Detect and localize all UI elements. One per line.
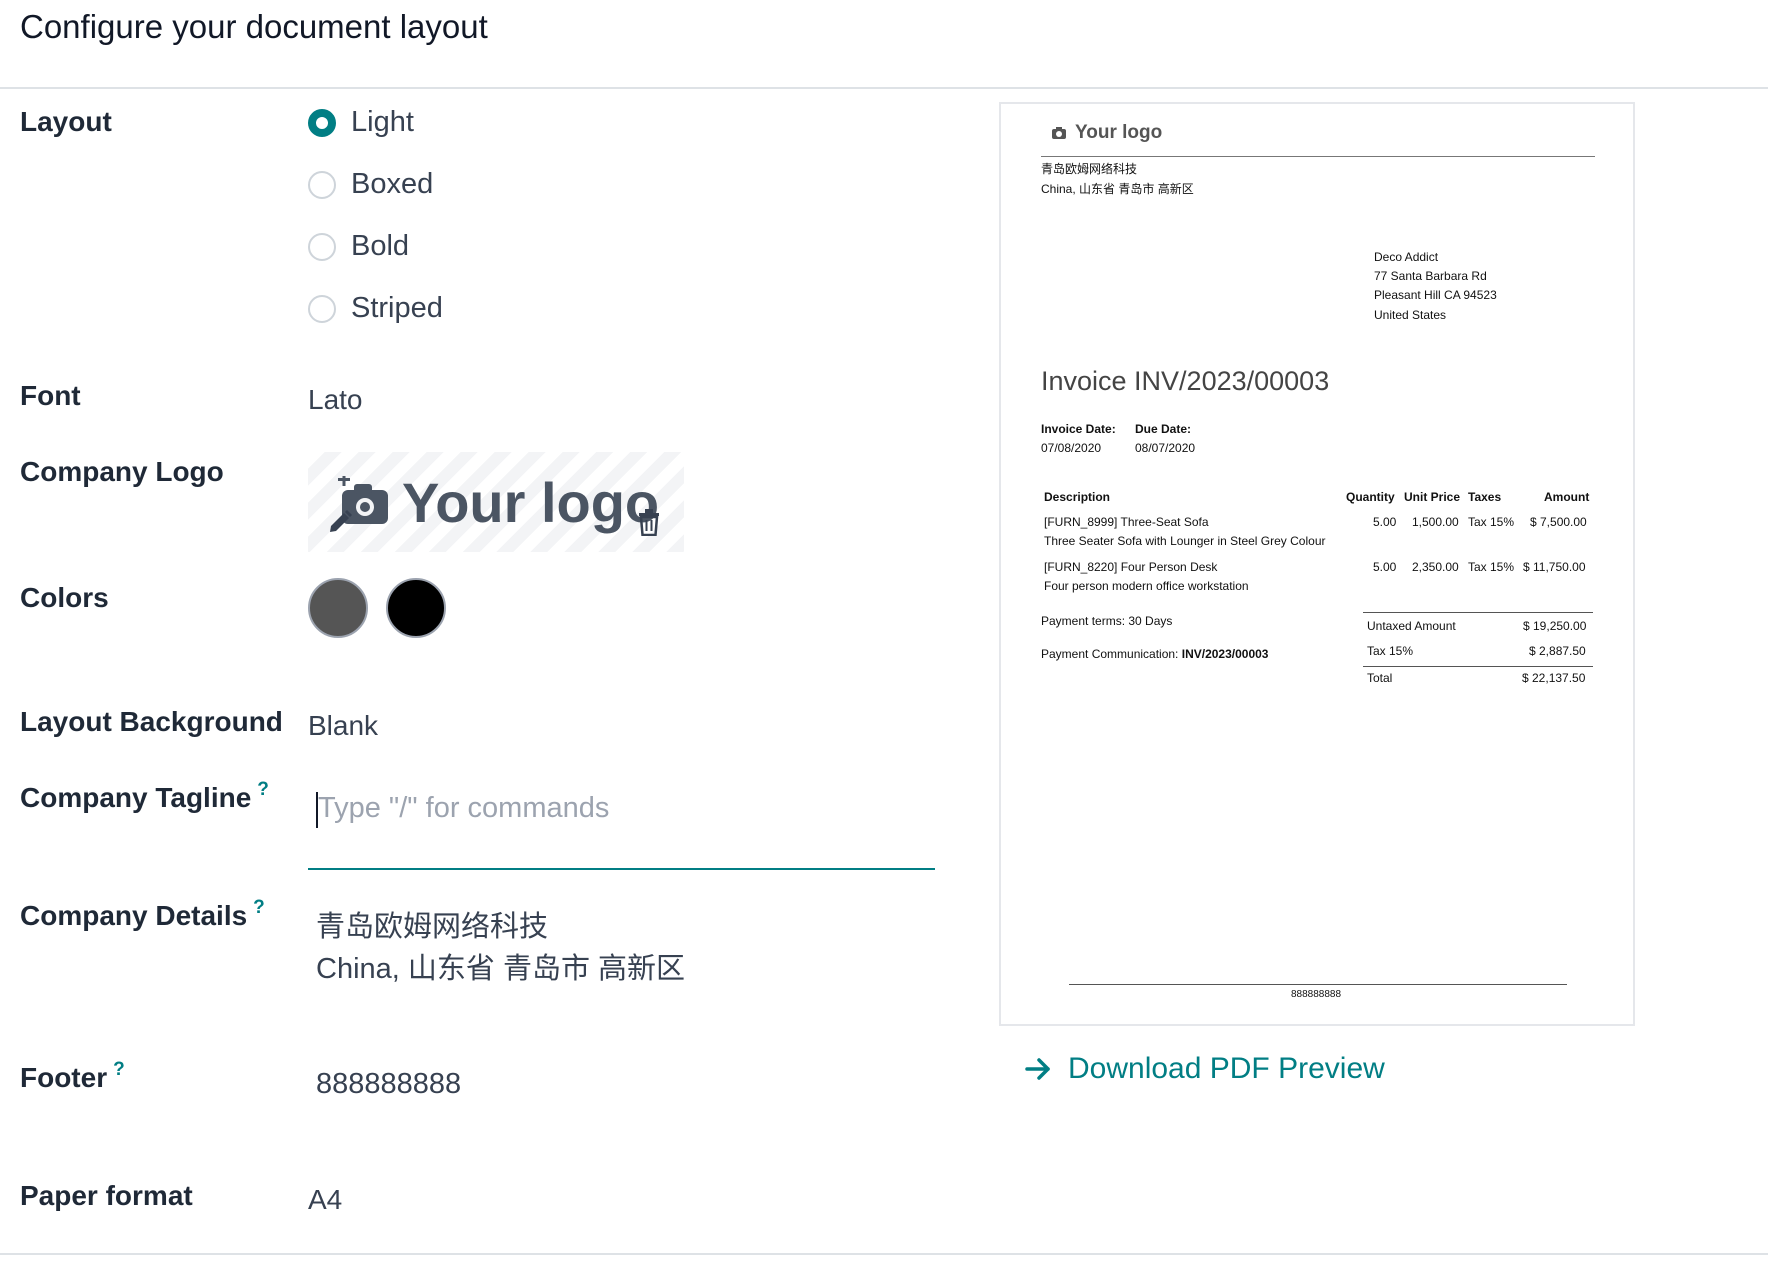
colors-label: Colors: [20, 582, 109, 613]
preview-logo-text: Your logo: [1075, 122, 1163, 143]
preview-col-unit-price: Unit Price: [1404, 490, 1461, 504]
preview-payment-communication: Payment Communication: INV/2023/00003: [1041, 647, 1268, 661]
layout-option-bold[interactable]: Bold: [308, 230, 409, 263]
preview-line-desc: [FURN_8220] Four Person Desk: [1044, 560, 1218, 574]
download-pdf-preview-label: Download PDF Preview: [1068, 1052, 1385, 1085]
preview-line-tax: Tax 15%: [1468, 560, 1515, 574]
layout-option-striped[interactable]: Striped: [308, 292, 443, 325]
footer-label-text: Footer: [20, 1062, 108, 1093]
layout-label: Layout: [20, 106, 112, 137]
preview-due-date: 08/07/2020: [1135, 441, 1196, 455]
company-details-line: China, 山东省 青岛市 高新区: [316, 953, 685, 985]
help-tooltip-icon[interactable]: ?: [253, 897, 265, 918]
layout-option-label: Boxed: [351, 168, 434, 200]
preview-header-rule: [1041, 156, 1595, 157]
company-details-label-text: Company Details: [20, 900, 248, 931]
preview-line-tax: Tax 15%: [1468, 515, 1515, 529]
font-label: Font: [20, 380, 81, 411]
preview-payment-terms: Payment terms: 30 Days: [1041, 614, 1173, 628]
preview-customer-line: Pleasant Hill CA 94523: [1374, 288, 1497, 302]
trash-icon[interactable]: [636, 508, 662, 541]
radio-bold[interactable]: [308, 232, 336, 261]
preview-invoice-date: 07/08/2020: [1041, 441, 1102, 455]
layout-background-label: Layout Background: [20, 706, 283, 737]
preview-footer-text: 888888888: [1291, 989, 1342, 1000]
preview-total-label: Total: [1367, 671, 1393, 685]
preview-col-taxes: Taxes: [1468, 490, 1502, 504]
preview-customer-line: 77 Santa Barbara Rd: [1374, 269, 1487, 283]
preview-col-amount: Amount: [1544, 490, 1590, 504]
layout-option-boxed[interactable]: Boxed: [308, 168, 433, 201]
company-details-editor[interactable]: 青岛欧姆网络科技 China, 山东省 青岛市 高新区: [316, 906, 685, 990]
preview-line-qty: 5.00: [1373, 560, 1397, 574]
secondary-color-swatch[interactable]: [386, 578, 446, 638]
layout-option-label: Light: [351, 106, 414, 138]
preview-total-value: $ 22,137.50: [1522, 671, 1586, 685]
layout-option-label: Bold: [351, 230, 410, 262]
layout-background-select[interactable]: Blank: [308, 710, 378, 742]
radio-light[interactable]: [308, 108, 336, 137]
company-tagline-label: Company Tagline?: [20, 779, 269, 814]
preview-untaxed-value: $ 19,250.00: [1523, 619, 1587, 633]
paper-format-label: Paper format: [20, 1180, 193, 1211]
paper-format-select[interactable]: A4: [308, 1184, 342, 1216]
preview-line-amount: $ 11,750.00: [1523, 560, 1586, 574]
preview-line-desc: Three Seater Sofa with Lounger in Steel …: [1044, 534, 1326, 548]
company-tagline-placeholder: Type "/" for commands: [318, 792, 610, 824]
preview-line-desc: [FURN_8999] Three-Seat Sofa: [1044, 515, 1209, 529]
company-details-line: 青岛欧姆网络科技: [316, 911, 549, 943]
arrow-right-icon: [1024, 1054, 1054, 1084]
font-select[interactable]: Lato: [308, 384, 363, 416]
preview-col-description: Description: [1044, 490, 1111, 504]
radio-boxed[interactable]: [308, 170, 336, 199]
document-preview: Your logo 青岛欧姆网络科技 China, 山东省 青岛市 高新区 De…: [999, 102, 1635, 1026]
company-tagline-input[interactable]: Type "/" for commands: [308, 780, 935, 870]
preview-totals-rule: [1363, 612, 1593, 613]
header-divider: [0, 87, 1768, 89]
download-pdf-preview-link[interactable]: Download PDF Preview: [1024, 1052, 1385, 1086]
preview-invoice-title: Invoice INV/2023/00003: [1041, 366, 1330, 396]
preview-company-line: 青岛欧姆网络科技: [1041, 162, 1138, 176]
preview-tax-value: $ 2,887.50: [1529, 644, 1586, 658]
logo-placeholder-text: Your logo: [402, 471, 660, 534]
company-logo-label: Company Logo: [20, 456, 224, 487]
preview-customer-line: United States: [1374, 308, 1447, 322]
preview-footer-rule: [1069, 984, 1567, 985]
help-tooltip-icon[interactable]: ?: [257, 779, 269, 800]
preview-payment-comm-value: INV/2023/00003: [1181, 647, 1269, 661]
preview-line-price: 2,350.00: [1412, 560, 1459, 574]
preview-totals-rule: [1363, 666, 1593, 667]
dialog-title: Configure your document layout: [20, 8, 488, 45]
preview-line-qty: 5.00: [1373, 515, 1397, 529]
footer-label: Footer?: [20, 1059, 125, 1094]
camera-icon: [1051, 126, 1067, 145]
preview-company-line: China, 山东省 青岛市 高新区: [1041, 182, 1194, 196]
preview-line-desc: Four person modern office workstation: [1044, 579, 1249, 593]
footer-divider: [0, 1253, 1768, 1255]
footer-editor[interactable]: 888888888: [316, 1068, 461, 1101]
preview-untaxed-label: Untaxed Amount: [1367, 619, 1456, 633]
preview-invoice-date-label: Invoice Date:: [1041, 422, 1116, 436]
preview-payment-comm-label: Payment Communication:: [1041, 647, 1179, 661]
company-logo-field[interactable]: Your logo: [308, 452, 684, 552]
primary-color-swatch[interactable]: [308, 578, 368, 638]
preview-line-price: 1,500.00: [1412, 515, 1459, 529]
preview-tax-label: Tax 15%: [1367, 644, 1414, 658]
layout-option-label: Striped: [351, 292, 443, 324]
preview-due-date-label: Due Date:: [1135, 422, 1192, 436]
help-tooltip-icon[interactable]: ?: [113, 1059, 125, 1080]
pencil-icon[interactable]: [326, 508, 354, 541]
company-details-label: Company Details?: [20, 897, 265, 932]
layout-option-light[interactable]: Light: [308, 106, 414, 139]
preview-col-quantity: Quantity: [1346, 490, 1395, 504]
preview-line-amount: $ 7,500.00: [1530, 515, 1587, 529]
company-tagline-label-text: Company Tagline: [20, 782, 252, 813]
radio-striped[interactable]: [308, 294, 336, 323]
preview-customer-line: Deco Addict: [1374, 250, 1439, 264]
